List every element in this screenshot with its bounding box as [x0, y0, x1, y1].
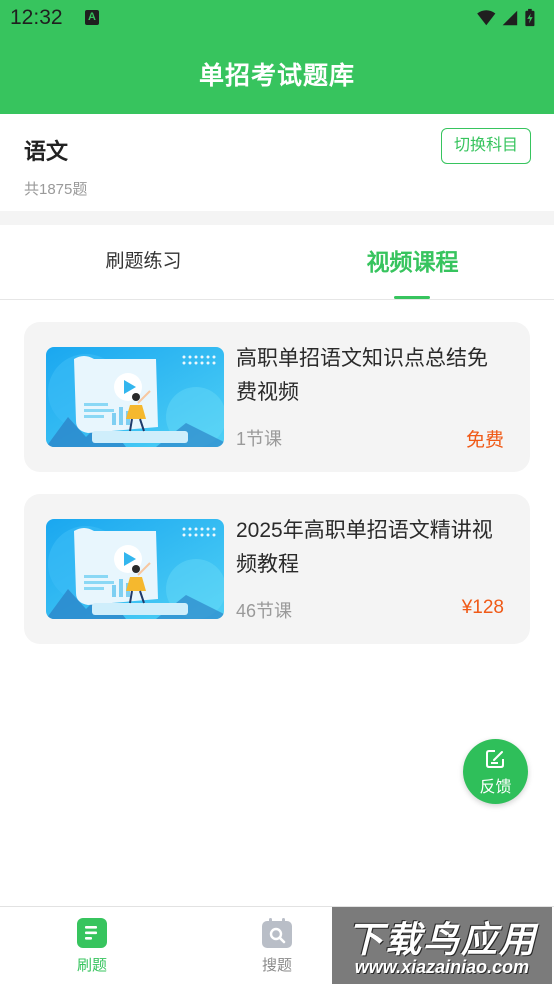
system-status-icons [477, 8, 535, 27]
nav-item-search[interactable]: 搜题 [237, 917, 317, 975]
edit-icon [486, 750, 504, 768]
course-illustration-icon [46, 347, 224, 447]
switch-subject-button[interactable]: 切换科目 [441, 128, 531, 164]
question-count: 共1875题 [24, 181, 88, 198]
app-header: 12:32 A 单招考试题库 [0, 0, 554, 114]
course-illustration-icon [46, 519, 224, 619]
wifi-icon [477, 10, 496, 26]
tab-practice-label: 刷题练习 [105, 251, 182, 272]
tab-bar: 刷题练习 视频课程 [0, 225, 554, 300]
course-title: 2025年高职单招语文精讲视频教程 [236, 519, 493, 576]
course-price: 免费 [465, 430, 504, 451]
section-divider [0, 211, 554, 225]
nav-label-practice: 刷题 [76, 957, 107, 974]
watermark-text: 下载鸟应用 [346, 919, 537, 960]
search-calendar-icon [262, 918, 292, 948]
app-screen: 12:32 A 单招考试题库 语文 共1875题 切换科目 刷题练习 视频课程 … [0, 0, 554, 984]
course-card[interactable]: 2025年高职单招语文精讲视频教程 46节课 ¥128 [24, 494, 530, 644]
status-time: 12:32 [10, 6, 63, 29]
nav-item-practice[interactable]: 刷题 [52, 917, 132, 975]
tab-video-courses[interactable]: 视频课程 [274, 225, 551, 300]
tab-practice[interactable]: 刷题练习 [5, 225, 282, 300]
tab-video-courses-label: 视频课程 [366, 249, 459, 275]
course-thumbnail [46, 519, 224, 619]
subject-section: 语文 共1875题 切换科目 [0, 114, 554, 211]
notification-a-icon: A [85, 10, 99, 25]
course-lesson-count: 1节课 [236, 429, 283, 449]
course-price: ¥128 [461, 597, 504, 618]
document-icon [77, 918, 107, 948]
course-title: 高职单招语文知识点总结免费视频 [236, 347, 488, 404]
battery-icon [525, 8, 535, 27]
watermark-url: www.xiazainiao.com [354, 957, 530, 977]
page-title: 单招考试题库 [198, 62, 355, 90]
subject-name: 语文 [24, 139, 69, 164]
course-thumbnail [46, 347, 224, 447]
status-bar: 12:32 A [0, 0, 554, 38]
course-card[interactable]: 高职单招语文知识点总结免费视频 1节课 免费 [24, 322, 530, 472]
feedback-label: 反馈 [479, 779, 512, 796]
watermark-logo: 下载鸟应用 www.xiazainiao.com [332, 907, 552, 984]
course-lesson-count: 46节课 [236, 601, 293, 621]
feedback-button[interactable]: 反馈 [463, 739, 528, 804]
active-tab-indicator [394, 296, 430, 299]
nav-label-search: 搜题 [261, 957, 292, 974]
signal-icon [502, 10, 518, 26]
